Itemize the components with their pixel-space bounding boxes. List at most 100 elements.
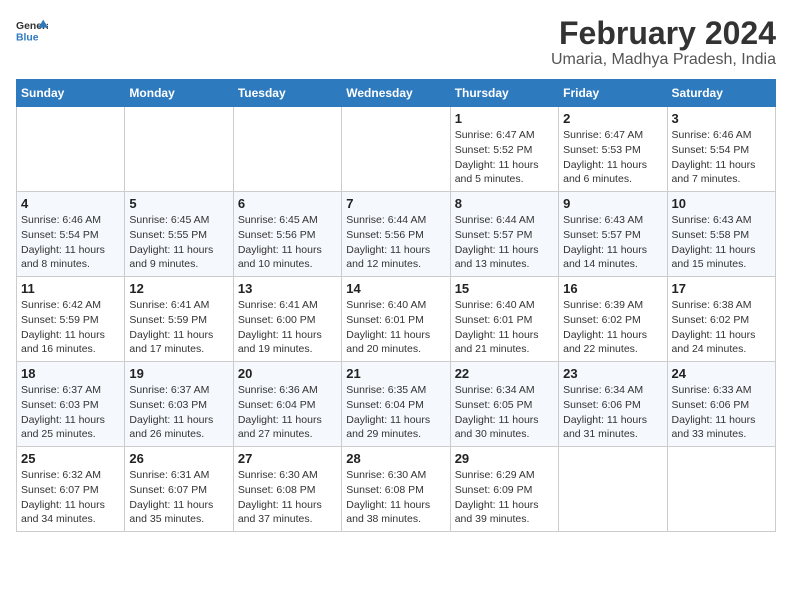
calendar-cell <box>17 107 125 192</box>
calendar-week-row: 25Sunrise: 6:32 AM Sunset: 6:07 PM Dayli… <box>17 447 776 532</box>
day-detail: Sunrise: 6:36 AM Sunset: 6:04 PM Dayligh… <box>238 383 337 442</box>
calendar-cell: 28 Sunrise: 6:30 AM Sunset: 6:08 PM Dayli… <box>342 447 450 532</box>
calendar-cell <box>559 447 667 532</box>
day-of-week-header: Thursday <box>450 80 558 107</box>
day-detail: Sunrise: 6:40 AM Sunset: 6:01 PM Dayligh… <box>346 298 445 357</box>
day-detail: Sunrise: 6:30 AM Sunset: 6:08 PM Dayligh… <box>346 468 445 527</box>
calendar-cell: 3Sunrise: 6:46 AM Sunset: 5:54 PM Daylig… <box>667 107 775 192</box>
day-number: 27 <box>238 451 337 466</box>
day-detail: Sunrise: 6:46 AM Sunset: 5:54 PM Dayligh… <box>21 213 120 272</box>
day-detail: Sunrise: 6:41 AM Sunset: 6:00 PM Dayligh… <box>238 298 337 357</box>
calendar-cell: 1 Sunrise: 6:47 AM Sunset: 5:52 PM Daylig… <box>450 107 558 192</box>
day-number: 24 <box>672 366 771 381</box>
title-block: February 2024 Umaria, Madhya Pradesh, In… <box>551 16 776 69</box>
day-detail: Sunrise: 6:47 AM Sunset: 5:52 PM Dayligh… <box>455 128 554 187</box>
day-of-week-header: Sunday <box>17 80 125 107</box>
calendar-week-row: 18 Sunrise: 6:37 AM Sunset: 6:03 PM Dayli… <box>17 362 776 447</box>
day-detail: Sunrise: 6:41 AM Sunset: 5:59 PM Dayligh… <box>129 298 228 357</box>
day-number: 20 <box>238 366 337 381</box>
day-number: 12 <box>129 281 228 296</box>
day-number: 16 <box>563 281 662 296</box>
calendar-cell: 5 Sunrise: 6:45 AM Sunset: 5:55 PM Daylig… <box>125 192 233 277</box>
calendar-cell: 24 Sunrise: 6:33 AM Sunset: 6:06 PM Dayli… <box>667 362 775 447</box>
calendar-cell: 12 Sunrise: 6:41 AM Sunset: 5:59 PM Dayli… <box>125 277 233 362</box>
calendar-cell: 21Sunrise: 6:35 AM Sunset: 6:04 PM Dayli… <box>342 362 450 447</box>
day-number: 17 <box>672 281 771 296</box>
day-detail: Sunrise: 6:37 AM Sunset: 6:03 PM Dayligh… <box>129 383 228 442</box>
calendar-cell: 16 Sunrise: 6:39 AM Sunset: 6:02 PM Dayli… <box>559 277 667 362</box>
day-number: 11 <box>21 281 120 296</box>
day-number: 13 <box>238 281 337 296</box>
day-detail: Sunrise: 6:38 AM Sunset: 6:02 PM Dayligh… <box>672 298 771 357</box>
day-number: 14 <box>346 281 445 296</box>
calendar-cell: 23 Sunrise: 6:34 AM Sunset: 6:06 PM Dayli… <box>559 362 667 447</box>
month-year-title: February 2024 <box>551 16 776 51</box>
day-number: 23 <box>563 366 662 381</box>
day-detail: Sunrise: 6:33 AM Sunset: 6:06 PM Dayligh… <box>672 383 771 442</box>
calendar-cell: 2 Sunrise: 6:47 AM Sunset: 5:53 PM Daylig… <box>559 107 667 192</box>
calendar-cell: 7Sunrise: 6:44 AM Sunset: 5:56 PM Daylig… <box>342 192 450 277</box>
day-of-week-header: Tuesday <box>233 80 341 107</box>
day-number: 25 <box>21 451 120 466</box>
calendar-cell: 20 Sunrise: 6:36 AM Sunset: 6:04 PM Dayli… <box>233 362 341 447</box>
calendar-cell: 19 Sunrise: 6:37 AM Sunset: 6:03 PM Dayli… <box>125 362 233 447</box>
calendar-cell: 13 Sunrise: 6:41 AM Sunset: 6:00 PM Dayli… <box>233 277 341 362</box>
calendar-cell <box>125 107 233 192</box>
calendar-week-row: 1 Sunrise: 6:47 AM Sunset: 5:52 PM Daylig… <box>17 107 776 192</box>
calendar-cell: 10 Sunrise: 6:43 AM Sunset: 5:58 PM Dayli… <box>667 192 775 277</box>
day-detail: Sunrise: 6:34 AM Sunset: 6:05 PM Dayligh… <box>455 383 554 442</box>
day-detail: Sunrise: 6:34 AM Sunset: 6:06 PM Dayligh… <box>563 383 662 442</box>
day-detail: Sunrise: 6:44 AM Sunset: 5:57 PM Dayligh… <box>455 213 554 272</box>
day-number: 26 <box>129 451 228 466</box>
calendar-cell: 18 Sunrise: 6:37 AM Sunset: 6:03 PM Dayli… <box>17 362 125 447</box>
calendar-cell <box>233 107 341 192</box>
location-subtitle: Umaria, Madhya Pradesh, India <box>551 51 776 69</box>
day-of-week-header: Saturday <box>667 80 775 107</box>
page-header: General Blue General Blue February 2024 … <box>16 16 776 69</box>
day-number: 10 <box>672 196 771 211</box>
day-of-week-header: Friday <box>559 80 667 107</box>
calendar-week-row: 4 Sunrise: 6:46 AM Sunset: 5:54 PM Daylig… <box>17 192 776 277</box>
day-detail: Sunrise: 6:42 AM Sunset: 5:59 PM Dayligh… <box>21 298 120 357</box>
day-number: 15 <box>455 281 554 296</box>
logo: General Blue General Blue <box>16 16 48 44</box>
day-detail: Sunrise: 6:47 AM Sunset: 5:53 PM Dayligh… <box>563 128 662 187</box>
day-detail: Sunrise: 6:43 AM Sunset: 5:57 PM Dayligh… <box>563 213 662 272</box>
calendar-cell: 11 Sunrise: 6:42 AM Sunset: 5:59 PM Dayli… <box>17 277 125 362</box>
calendar-cell: 14 Sunrise: 6:40 AM Sunset: 6:01 PM Dayli… <box>342 277 450 362</box>
day-detail: Sunrise: 6:30 AM Sunset: 6:08 PM Dayligh… <box>238 468 337 527</box>
day-detail: Sunrise: 6:45 AM Sunset: 5:55 PM Dayligh… <box>129 213 228 272</box>
day-number: 1 <box>455 111 554 126</box>
day-number: 7 <box>346 196 445 211</box>
day-of-week-header: Monday <box>125 80 233 107</box>
day-number: 28 <box>346 451 445 466</box>
day-number: 8 <box>455 196 554 211</box>
calendar-cell: 17 Sunrise: 6:38 AM Sunset: 6:02 PM Dayli… <box>667 277 775 362</box>
day-detail: Sunrise: 6:43 AM Sunset: 5:58 PM Dayligh… <box>672 213 771 272</box>
day-of-week-header: Wednesday <box>342 80 450 107</box>
day-number: 22 <box>455 366 554 381</box>
day-number: 19 <box>129 366 228 381</box>
day-number: 21 <box>346 366 445 381</box>
day-detail: Sunrise: 6:31 AM Sunset: 6:07 PM Dayligh… <box>129 468 228 527</box>
calendar-cell: 27 Sunrise: 6:30 AM Sunset: 6:08 PM Dayli… <box>233 447 341 532</box>
calendar-cell <box>667 447 775 532</box>
day-number: 4 <box>21 196 120 211</box>
day-detail: Sunrise: 6:45 AM Sunset: 5:56 PM Dayligh… <box>238 213 337 272</box>
day-number: 2 <box>563 111 662 126</box>
calendar-week-row: 11 Sunrise: 6:42 AM Sunset: 5:59 PM Dayli… <box>17 277 776 362</box>
day-number: 6 <box>238 196 337 211</box>
calendar-cell: 15 Sunrise: 6:40 AM Sunset: 6:01 PM Dayli… <box>450 277 558 362</box>
calendar-cell: 26 Sunrise: 6:31 AM Sunset: 6:07 PM Dayli… <box>125 447 233 532</box>
calendar-table: SundayMondayTuesdayWednesdayThursdayFrid… <box>16 79 776 532</box>
day-number: 5 <box>129 196 228 211</box>
day-detail: Sunrise: 6:46 AM Sunset: 5:54 PM Dayligh… <box>672 128 771 187</box>
calendar-cell: 8 Sunrise: 6:44 AM Sunset: 5:57 PM Daylig… <box>450 192 558 277</box>
calendar-cell: 29Sunrise: 6:29 AM Sunset: 6:09 PM Dayli… <box>450 447 558 532</box>
calendar-cell: 6 Sunrise: 6:45 AM Sunset: 5:56 PM Daylig… <box>233 192 341 277</box>
day-detail: Sunrise: 6:29 AM Sunset: 6:09 PM Dayligh… <box>455 468 554 527</box>
day-detail: Sunrise: 6:40 AM Sunset: 6:01 PM Dayligh… <box>455 298 554 357</box>
day-number: 18 <box>21 366 120 381</box>
day-detail: Sunrise: 6:39 AM Sunset: 6:02 PM Dayligh… <box>563 298 662 357</box>
day-detail: Sunrise: 6:37 AM Sunset: 6:03 PM Dayligh… <box>21 383 120 442</box>
